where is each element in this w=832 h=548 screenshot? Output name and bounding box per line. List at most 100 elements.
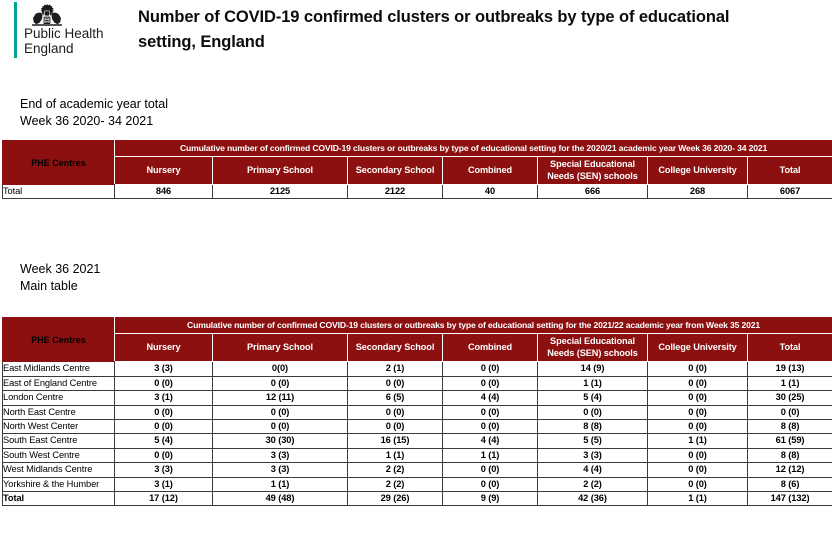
table-two-banner-row: PHE Centres Cumulative number of confirm… <box>2 317 832 363</box>
main-table-cell-primary-school: 0(0) <box>212 361 348 377</box>
table-one-col-nursery: Nursery <box>114 156 213 185</box>
main-table-cell-primary-school: 1 (1) <box>212 476 348 493</box>
main-table-cell-nursery: 3 (3) <box>114 361 213 377</box>
main-table-cell-secondary-school: 0 (0) <box>347 375 443 392</box>
main-table-cell-combined: 1 (1) <box>442 447 538 464</box>
main-table-cell-sen-schools: 4 (4) <box>537 462 648 478</box>
table-row: West Midlands Centre 3 (3) 3 (3) 2 (2) 0 (0)… <box>2 462 832 478</box>
section-two-caption-line1: Week 36 2021 <box>20 262 101 277</box>
main-table-row-label: North East Centre <box>2 404 115 421</box>
main-table-cell-combined: 0 (0) <box>442 375 538 392</box>
main-table-cell-college-university: 1 (1) <box>647 491 748 507</box>
main-table-cell-primary-school: 0 (0) <box>212 419 348 435</box>
brand-name-line2: England <box>24 40 74 56</box>
page-title-line1: Number of COVID-19 confirmed clusters or… <box>138 8 730 26</box>
royal-coat-of-arms-icon <box>32 4 62 26</box>
main-table-cell-sen-schools: 2 (2) <box>537 476 648 493</box>
main-table-cell-secondary-school: 16 (15) <box>347 433 443 449</box>
table-one-row-header: PHE Centres <box>2 140 115 185</box>
table-one-col-combined: Combined <box>442 156 538 185</box>
main-table-cell-primary-school: 0 (0) <box>212 375 348 392</box>
table-two-col-secondary-school: Secondary School <box>347 333 443 363</box>
table-one-cell-secondary-school: 2122 <box>347 183 443 200</box>
main-table-cell-primary-school: 49 (48) <box>212 491 348 507</box>
main-table-cell-combined: 4 (4) <box>442 433 538 449</box>
table-two-col-college-university: College University <box>647 333 748 363</box>
main-table-cell-nursery: 3 (1) <box>114 476 213 493</box>
table-one-banner-row: PHE Centres Cumulative number of confirm… <box>2 140 832 185</box>
main-table-cell-total: 8 (8) <box>746 419 832 435</box>
main-table-cell-sen-schools: 5 (4) <box>537 390 648 406</box>
table-row: Total 846 2125 2122 40 666 268 6067 <box>2 183 832 200</box>
main-table-cell-nursery: 5 (4) <box>114 433 213 449</box>
main-table-cell-secondary-school: 2 (1) <box>347 361 443 377</box>
main-table-cell-total: 19 (13) <box>746 361 832 377</box>
main-table-cell-sen-schools: 3 (3) <box>537 447 648 464</box>
table-one-banner: Cumulative number of confirmed COVID-19 … <box>113 140 832 157</box>
table-row: East of England Centre 0 (0) 0 (0) 0 (0) 0 (… <box>2 375 832 392</box>
brand-accent-bar <box>14 2 17 58</box>
main-table-cell-secondary-school: 0 (0) <box>347 419 443 435</box>
table-one-col-college-university: College University <box>647 156 748 185</box>
main-table-cell-sen-schools: 0 (0) <box>537 404 648 421</box>
main-table-cell-total: 30 (25) <box>746 390 832 406</box>
main-table-cell-secondary-school: 0 (0) <box>347 404 443 421</box>
table-two-row-header: PHE Centres <box>2 317 115 363</box>
main-table-cell-primary-school: 12 (11) <box>212 390 348 406</box>
end-of-academic-year-total-table: PHE Centres Cumulative number of confirm… <box>2 140 832 200</box>
section-two-caption: Week 36 2021 Main table <box>0 261 832 295</box>
main-table-row-label: North West Center <box>2 419 115 435</box>
main-table-cell-sen-schools: 5 (5) <box>537 433 648 449</box>
main-table-cell-total: 0 (0) <box>746 404 832 421</box>
table-row: Yorkshire & the Humber 3 (1) 1 (1) 2 (2) 0 (… <box>2 476 832 493</box>
table-one-col-secondary-school: Secondary School <box>347 156 443 185</box>
main-table-row-label: East of England Centre <box>2 375 115 392</box>
page-title: Number of COVID-19 confirmed clusters or… <box>128 2 832 55</box>
table-one-col-sen-schools: Special Educational Needs (SEN) schools <box>537 156 648 185</box>
main-table-cell-combined: 0 (0) <box>442 419 538 435</box>
main-table-cell-secondary-school: 1 (1) <box>347 447 443 464</box>
table-row: North East Centre 0 (0) 0 (0) 0 (0) 0 (0) 0 (… <box>2 404 832 421</box>
main-table-cell-primary-school: 0 (0) <box>212 404 348 421</box>
table-row: South West Centre 0 (0) 3 (3) 1 (1) 1 (1) 3 (… <box>2 447 832 464</box>
section-one-caption: End of academic year total Week 36 2020-… <box>0 96 832 130</box>
main-table-cell-college-university: 1 (1) <box>647 433 748 449</box>
main-table-cell-combined: 9 (9) <box>442 491 538 507</box>
main-table-cell-college-university: 0 (0) <box>647 390 748 406</box>
main-table-cell-primary-school: 3 (3) <box>212 447 348 464</box>
table-one-cell-sen-schools: 666 <box>537 183 648 200</box>
main-table-cell-nursery: 0 (0) <box>114 375 213 392</box>
table-row: East Midlands Centre 3 (3) 0(0) 2 (1) 0 (0) 1… <box>2 361 832 377</box>
section-one-caption-line2: Week 36 2020- 34 2021 <box>20 114 154 128</box>
main-table-cell-total: 61 (59) <box>746 433 832 449</box>
main-table-cell-college-university: 0 (0) <box>647 375 748 392</box>
table-two-banner: Cumulative number of confirmed COVID-19 … <box>113 317 832 335</box>
table-one-row-label: Total <box>2 183 115 200</box>
table-row: North West Center 0 (0) 0 (0) 0 (0) 0 (0) 8 (… <box>2 419 832 435</box>
main-table-row-label: West Midlands Centre <box>2 462 115 478</box>
main-table-cell-combined: 0 (0) <box>442 361 538 377</box>
main-table-cell-combined: 0 (0) <box>442 476 538 493</box>
table-one-cell-primary-school: 2125 <box>212 183 348 200</box>
table-two-col-combined: Combined <box>442 333 538 363</box>
main-table-row-label: Yorkshire & the Humber <box>2 476 115 493</box>
main-table-row-label: London Centre <box>2 390 115 406</box>
main-table-cell-college-university: 0 (0) <box>647 462 748 478</box>
main-table-cell-nursery: 3 (1) <box>114 390 213 406</box>
main-table-cell-total: 147 (132) <box>746 491 832 507</box>
table-two-col-nursery: Nursery <box>114 333 213 363</box>
main-table-row-label: Total <box>2 491 115 507</box>
main-table-cell-combined: 0 (0) <box>442 462 538 478</box>
table-one-cell-nursery: 846 <box>114 183 213 200</box>
page-title-line2: setting, England <box>138 33 265 51</box>
main-table-cell-college-university: 0 (0) <box>647 404 748 421</box>
main-table-cell-nursery: 17 (12) <box>114 491 213 507</box>
main-table-row-label: South West Centre <box>2 447 115 464</box>
table-one-column-header-row: Nursery Primary School Secondary School … <box>3 156 832 185</box>
main-table-cell-combined: 4 (4) <box>442 390 538 406</box>
section-two-caption-line2: Main table <box>20 279 78 294</box>
main-table-cell-nursery: 3 (3) <box>114 462 213 478</box>
phe-logo: Public Health England <box>0 2 128 58</box>
section-one-caption-line1: End of academic year total <box>20 97 168 111</box>
main-table-cell-sen-schools: 1 (1) <box>537 375 648 392</box>
